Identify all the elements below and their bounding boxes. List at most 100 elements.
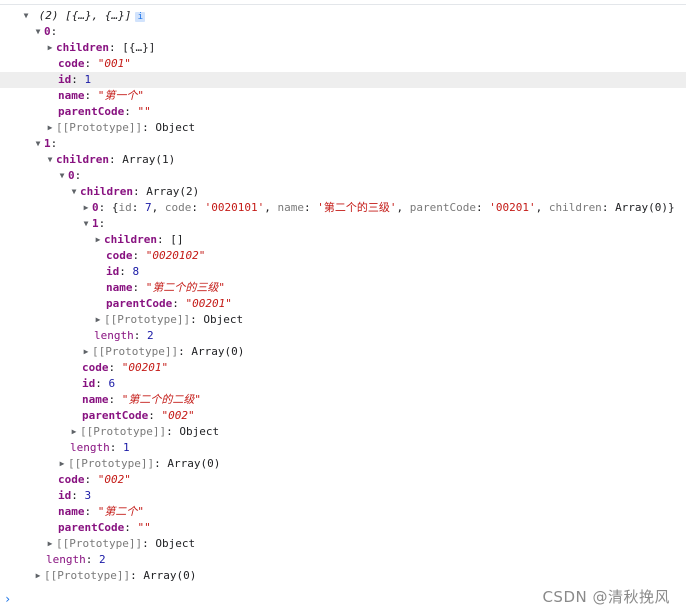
prototype-row[interactable]: ▶ [[Prototype]]: Array(0) (0, 456, 686, 472)
preview-key: children (548, 201, 602, 214)
property-code: code: "002" (58, 473, 131, 486)
property-value: 8 (132, 265, 140, 278)
property-value: "001" (97, 57, 131, 70)
property-key: name (82, 393, 109, 406)
triangle-down-icon[interactable]: ▼ (20, 8, 32, 24)
brace-open: { (111, 201, 119, 214)
property-children[interactable]: ▼ children: Array(1) (0, 152, 686, 168)
prototype-label: [[Prototype]] (56, 121, 143, 134)
prototype-label: [[Prototype]] (92, 345, 179, 358)
preview-key: code (164, 201, 192, 214)
info-icon[interactable]: i (135, 12, 146, 22)
property-key: id (82, 377, 96, 390)
triangle-down-icon[interactable]: ▼ (32, 24, 44, 40)
triangle-down-icon[interactable]: ▼ (68, 184, 80, 200)
grandchild-item-1[interactable]: ▼ 1: (0, 216, 686, 232)
index-label: 0 (44, 25, 51, 38)
property-value: Array(1) (122, 153, 176, 166)
console-top-divider (0, 0, 686, 5)
prototype-row[interactable]: ▶ [[Prototype]]: Object (0, 312, 686, 328)
triangle-right-icon[interactable]: ▶ (80, 344, 92, 360)
property-name: name: "第二个的三级" (106, 281, 225, 294)
index-label: 1 (92, 217, 99, 230)
triangle-down-icon[interactable]: ▼ (32, 136, 44, 152)
triangle-down-icon[interactable]: ▼ (80, 216, 92, 232)
triangle-right-icon[interactable]: ▶ (44, 120, 56, 136)
preview-value: '第二个的三级' (317, 201, 397, 214)
triangle-right-icon[interactable]: ▶ (44, 40, 56, 56)
index-label: 1 (44, 137, 51, 150)
property-value: 1 (123, 441, 130, 454)
property-children[interactable]: ▼ children: Array(2) (0, 184, 686, 200)
console-prompt-icon[interactable]: › (4, 592, 11, 606)
triangle-down-icon[interactable]: ▼ (56, 168, 68, 184)
prototype-value: Array(0) (167, 457, 221, 470)
property-key: children (80, 185, 133, 198)
property-key: id (58, 73, 72, 86)
prototype-row[interactable]: ▶ [[Prototype]]: Array(0) (0, 568, 686, 584)
property-key: children (104, 233, 157, 246)
prototype-row[interactable]: ▶ [[Prototype]]: Object (0, 424, 686, 440)
property-length: length: 2 (46, 553, 106, 566)
triangle-right-icon[interactable]: ▶ (92, 232, 104, 248)
property-key: code (58, 473, 85, 486)
preview-value: '00201' (489, 201, 536, 214)
prototype-label: [[Prototype]] (104, 313, 191, 326)
property-key: parentCode (58, 105, 125, 118)
property-value: "002" (97, 473, 131, 486)
property-key: length (70, 441, 110, 454)
property-value: "" (137, 105, 151, 118)
property-id: id: 8 (106, 265, 140, 278)
property-length: length: 2 (94, 329, 154, 342)
property-key: id (106, 265, 120, 278)
index-label: 0 (68, 169, 75, 182)
property-value: "00201" (185, 297, 232, 310)
property-parentCode: parentCode: "" (58, 105, 151, 118)
property-parentCode: parentCode: "" (58, 521, 151, 534)
triangle-right-icon[interactable]: ▶ (44, 536, 56, 552)
property-name: name: "第一个" (58, 89, 144, 102)
property-key: parentCode (82, 409, 149, 422)
prototype-value: Array(0) (191, 345, 245, 358)
triangle-right-icon[interactable]: ▶ (32, 568, 44, 584)
array-count: (2) (38, 9, 59, 22)
brace-close: } (668, 201, 675, 214)
prototype-value: Object (155, 537, 196, 550)
prototype-row[interactable]: ▶ [[Prototype]]: Object (0, 536, 686, 552)
property-children[interactable]: ▶ children: [] (0, 232, 686, 248)
triangle-right-icon[interactable]: ▶ (92, 312, 104, 328)
property-value: 3 (84, 489, 92, 502)
property-children[interactable]: ▶ children: [{…}] (0, 40, 686, 56)
property-name: name: "第二个" (58, 505, 144, 518)
index-label: 0 (92, 201, 99, 214)
property-parentCode: parentCode: "002" (82, 409, 195, 422)
child-item-0[interactable]: ▼ 0: (0, 168, 686, 184)
preview-value: Array(0) (615, 201, 669, 214)
triangle-right-icon[interactable]: ▶ (56, 456, 68, 472)
array-item-0[interactable]: ▼ 0: (0, 24, 686, 40)
property-key: code (58, 57, 85, 70)
property-value: "002" (161, 409, 195, 422)
property-value: "" (137, 521, 151, 534)
prototype-label: [[Prototype]] (68, 457, 155, 470)
property-id: id: 6 (82, 377, 116, 390)
prototype-value: Object (203, 313, 244, 326)
grandchild-item-0[interactable]: ▶ 0: {id: 7, code: '0020101', name: '第二个的… (0, 200, 686, 216)
prototype-label: [[Prototype]] (80, 425, 167, 438)
prototype-label: [[Prototype]] (56, 537, 143, 550)
property-key: name (58, 89, 85, 102)
array-item-1[interactable]: ▼ 1: (0, 136, 686, 152)
property-code: code: "00201" (82, 361, 169, 374)
array-summary-row[interactable]: ▼ (2) [{…}, {…}] i (0, 8, 686, 24)
triangle-down-icon[interactable]: ▼ (44, 152, 56, 168)
prototype-row[interactable]: ▶ [[Prototype]]: Object (0, 120, 686, 136)
property-key: name (58, 505, 85, 518)
property-value: "第二个的三级" (145, 281, 225, 294)
property-value: 1 (84, 73, 92, 86)
triangle-right-icon[interactable]: ▶ (80, 200, 92, 216)
property-key: length (94, 329, 134, 342)
preview-value: '0020101' (204, 201, 265, 214)
prototype-row[interactable]: ▶ [[Prototype]]: Array(0) (0, 344, 686, 360)
property-key: length (46, 553, 86, 566)
triangle-right-icon[interactable]: ▶ (68, 424, 80, 440)
